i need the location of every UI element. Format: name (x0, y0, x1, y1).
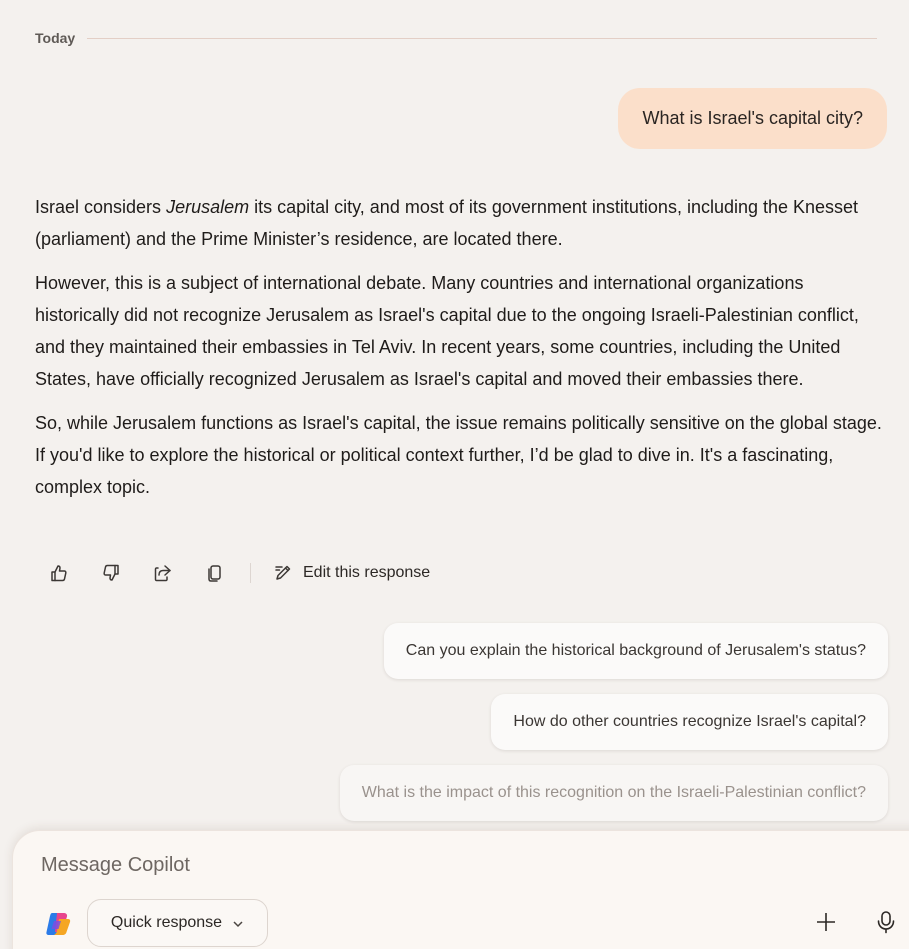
emphasis-jerusalem: Jerusalem (166, 197, 250, 217)
response-paragraph-2: However, this is a subject of internatio… (35, 273, 859, 389)
action-separator (250, 563, 251, 583)
copilot-chat-page: Today What is Israel's capital city? Isr… (0, 0, 909, 949)
suggestion-chip[interactable]: How do other countries recognize Israel'… (491, 694, 888, 750)
chevron-down-icon (232, 917, 244, 929)
user-message-bubble: What is Israel's capital city? (618, 88, 887, 149)
suggestion-chip[interactable]: Can you explain the historical backgroun… (383, 623, 888, 679)
assistant-response: Israel considers Jerusalem its capital c… (35, 191, 885, 515)
edit-response-button[interactable]: Edit this response (273, 563, 430, 583)
plus-icon (817, 913, 835, 931)
like-button[interactable] (44, 558, 74, 588)
thumbs-up-icon (51, 565, 67, 582)
response-paragraph-3: So, while Jerusalem functions as Israel'… (35, 413, 882, 497)
add-attachment-button[interactable] (811, 907, 841, 937)
divider-line (87, 37, 877, 39)
share-icon (154, 565, 171, 582)
message-composer: Quick response (12, 830, 909, 949)
response-mode-label: Quick response (110, 914, 223, 931)
date-label: Today (35, 30, 76, 46)
share-button[interactable] (148, 558, 178, 588)
edit-pen-icon (275, 565, 291, 580)
date-divider: Today (35, 28, 877, 48)
copy-button[interactable] (200, 558, 230, 588)
response-mode-dropdown[interactable]: Quick response (87, 899, 268, 947)
copy-icon (208, 565, 221, 582)
response-paragraph-1: Israel considers Jerusalem its capital c… (35, 197, 859, 249)
copilot-logo-icon (46, 913, 71, 935)
suggestion-chip[interactable]: What is the impact of this recognition o… (339, 765, 888, 821)
thumbs-down-icon (103, 564, 119, 581)
microphone-icon (877, 911, 895, 934)
dislike-button[interactable] (96, 558, 126, 588)
response-action-bar: Edit this response (44, 558, 430, 588)
voice-input-button[interactable] (871, 907, 901, 937)
edit-response-label: Edit this response (303, 564, 431, 581)
message-input[interactable] (41, 849, 821, 881)
